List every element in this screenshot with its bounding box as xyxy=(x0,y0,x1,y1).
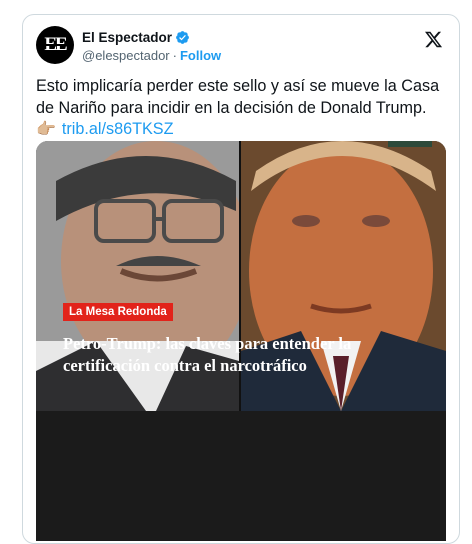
tweet-card[interactable]: EE El Espectador @elespectador · Follow … xyxy=(22,14,460,544)
corner-tag xyxy=(388,141,432,147)
avatar[interactable]: EE xyxy=(36,26,74,64)
meta-row: @elespectador · Follow xyxy=(82,46,221,64)
avatar-logo: EE xyxy=(42,34,68,55)
pointing-hand-emoji: 👉🏼 xyxy=(36,121,56,138)
media-headline: Petro-Trump: las claves para entender la… xyxy=(63,334,352,375)
page-margin xyxy=(462,0,472,532)
handle[interactable]: @elespectador xyxy=(82,48,170,63)
tweet-header: EE El Espectador @elespectador · Follow xyxy=(36,26,447,66)
tweet-link[interactable]: trib.al/s86TKSZ xyxy=(62,119,174,141)
caption-band xyxy=(36,411,446,541)
user-block: El Espectador @elespectador · Follow xyxy=(82,28,221,64)
section-tag: La Mesa Redonda xyxy=(63,303,173,321)
x-logo-icon[interactable] xyxy=(424,30,443,49)
name-row: El Espectador xyxy=(82,28,221,46)
tweet-text: Esto implicaría perder este sello y así … xyxy=(36,77,440,117)
tweet-text-block: Esto implicaría perder este sello y así … xyxy=(36,76,454,141)
verified-badge-icon xyxy=(176,30,189,44)
follow-button[interactable]: Follow xyxy=(180,48,221,63)
separator-dot: · xyxy=(172,47,177,63)
link-row: 👉🏼 trib.al/s86TKSZ xyxy=(36,119,454,141)
display-name[interactable]: El Espectador xyxy=(82,30,172,45)
